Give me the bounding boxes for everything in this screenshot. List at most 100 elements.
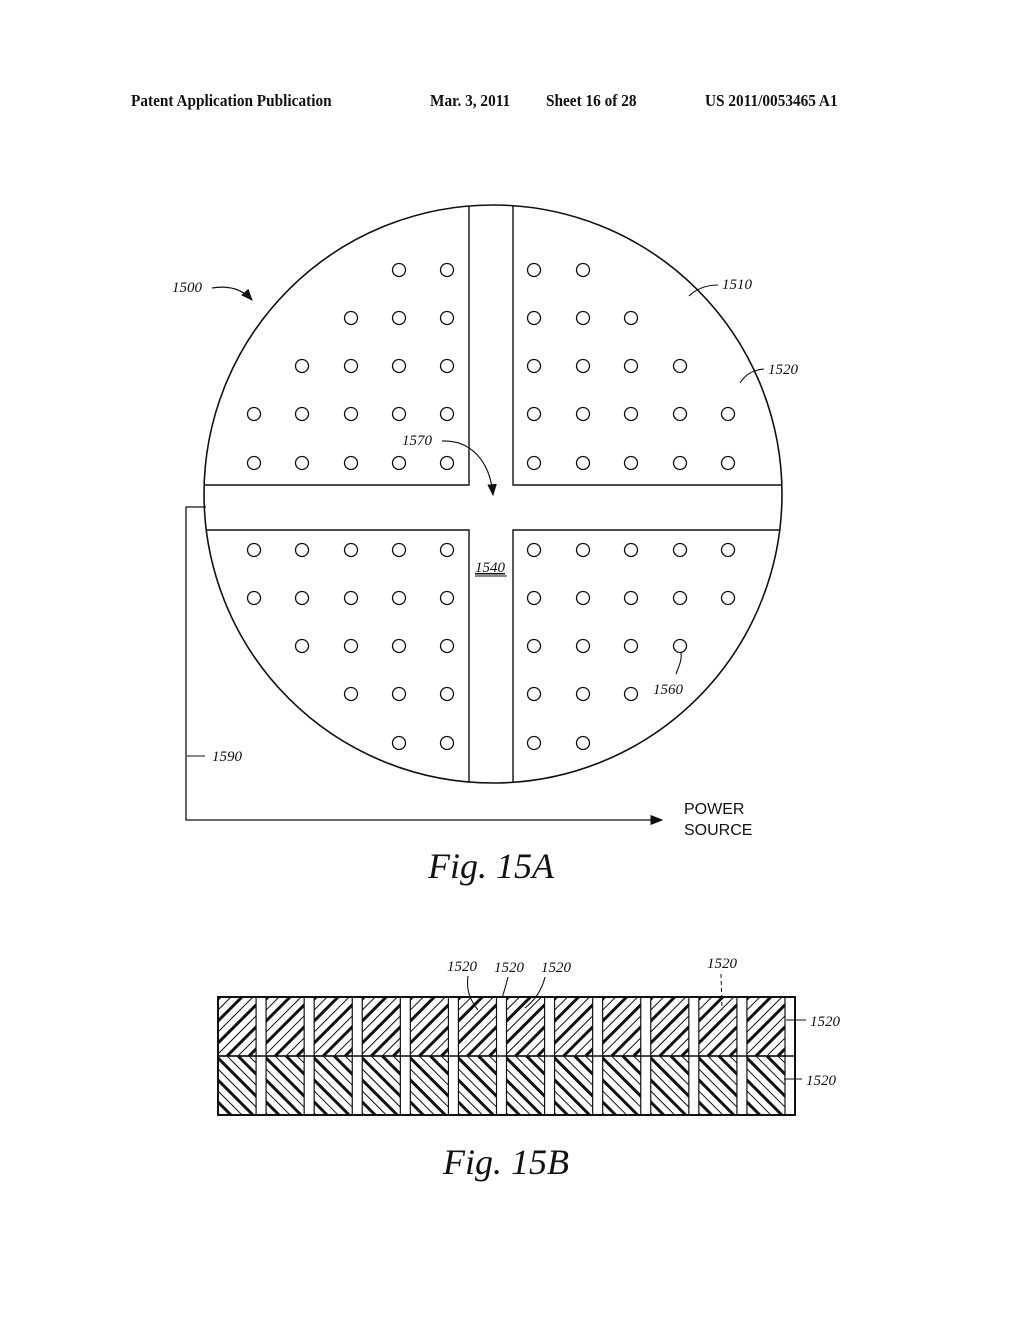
hole-1560 bbox=[439, 406, 455, 422]
hole-1560 bbox=[343, 638, 359, 654]
hole-1560 bbox=[526, 542, 542, 558]
label-1500: 1500 bbox=[172, 280, 203, 296]
hole-1560 bbox=[294, 542, 310, 558]
hole-1560 bbox=[575, 590, 591, 606]
hole-1560 bbox=[246, 455, 262, 471]
hole-1560 bbox=[526, 310, 542, 326]
hole-1560 bbox=[391, 262, 407, 278]
hole-1560 bbox=[623, 310, 639, 326]
power-source-label-2: SOURCE bbox=[684, 822, 752, 839]
hole-1560 bbox=[575, 735, 591, 751]
figure-caption-15b: Fig. 15B bbox=[442, 1142, 569, 1182]
hole-1560 bbox=[343, 358, 359, 374]
leader-15b-4 bbox=[720, 973, 723, 1011]
hole-1560 bbox=[672, 358, 688, 374]
patent-drawing: POWER SOURCE 1500 1510 1520 1570 1540 15… bbox=[172, 204, 841, 1182]
hole-1560 bbox=[294, 590, 310, 606]
power-lead-line bbox=[185, 506, 664, 826]
hole-1560 bbox=[672, 406, 688, 422]
hole-1560 bbox=[623, 686, 639, 702]
hole-1560 bbox=[623, 590, 639, 606]
hole-1560 bbox=[623, 406, 639, 422]
hole-1560 bbox=[343, 686, 359, 702]
label-15b-5: 1520 bbox=[810, 1014, 841, 1030]
hole-1560 bbox=[526, 638, 542, 654]
label-1560: 1560 bbox=[653, 682, 684, 698]
label-15b-6: 1520 bbox=[806, 1073, 837, 1089]
label-15b-3: 1520 bbox=[541, 960, 572, 976]
label-1540: 1540 bbox=[475, 560, 506, 576]
hole-1560 bbox=[439, 590, 455, 606]
hole-1560 bbox=[623, 358, 639, 374]
hole-1560 bbox=[343, 590, 359, 606]
hole-1560 bbox=[439, 638, 455, 654]
hole-1560 bbox=[720, 455, 736, 471]
hole-1560 bbox=[575, 455, 591, 471]
fig-15a: POWER SOURCE 1500 1510 1520 1570 1540 15… bbox=[172, 204, 799, 886]
leader-1560 bbox=[675, 652, 682, 675]
hole-1560 bbox=[526, 262, 542, 278]
hole-1560 bbox=[343, 455, 359, 471]
hole-1560 bbox=[526, 735, 542, 751]
label-1590: 1590 bbox=[212, 749, 243, 765]
leader-1520 bbox=[739, 368, 765, 384]
hole-1560 bbox=[575, 542, 591, 558]
hole-1560 bbox=[246, 542, 262, 558]
hole-1560 bbox=[526, 686, 542, 702]
label-15b-1: 1520 bbox=[447, 959, 478, 975]
label-1510: 1510 bbox=[722, 277, 753, 293]
hole-1560 bbox=[672, 590, 688, 606]
hole-1560 bbox=[391, 735, 407, 751]
hole-1560 bbox=[575, 358, 591, 374]
hole-1560 bbox=[720, 406, 736, 422]
hole-1560 bbox=[575, 406, 591, 422]
hole-1560 bbox=[623, 638, 639, 654]
hole-1560 bbox=[343, 542, 359, 558]
hole-1560 bbox=[623, 542, 639, 558]
hole-1560 bbox=[575, 686, 591, 702]
hole-1560 bbox=[439, 686, 455, 702]
hole-1560 bbox=[294, 358, 310, 374]
hole-1560 bbox=[720, 590, 736, 606]
hole-1560 bbox=[391, 406, 407, 422]
hole-1560 bbox=[246, 590, 262, 606]
hole-1560 bbox=[439, 735, 455, 751]
hole-1560 bbox=[294, 406, 310, 422]
hole-1560 bbox=[575, 638, 591, 654]
hole-1560 bbox=[439, 358, 455, 374]
hole-1560 bbox=[246, 406, 262, 422]
segment-bottom-right-border bbox=[512, 529, 782, 783]
hole-1560 bbox=[439, 542, 455, 558]
hole-array bbox=[246, 262, 736, 751]
segment-top-right-border bbox=[512, 205, 782, 486]
hole-1560 bbox=[672, 638, 688, 654]
hole-1560 bbox=[391, 638, 407, 654]
label-15b-2: 1520 bbox=[494, 960, 525, 976]
cell-top-1520 bbox=[218, 997, 257, 1057]
hole-1560 bbox=[526, 590, 542, 606]
hole-1560 bbox=[575, 262, 591, 278]
hole-1560 bbox=[672, 542, 688, 558]
label-1570: 1570 bbox=[402, 433, 433, 449]
hole-1560 bbox=[439, 262, 455, 278]
hole-1560 bbox=[294, 455, 310, 471]
hole-1560 bbox=[439, 455, 455, 471]
hole-1560 bbox=[391, 310, 407, 326]
leader-1500 bbox=[211, 286, 253, 301]
leader-15b-2 bbox=[501, 976, 509, 999]
hole-1560 bbox=[391, 542, 407, 558]
hole-1560 bbox=[391, 455, 407, 471]
label-15b-4: 1520 bbox=[707, 956, 738, 972]
hole-1560 bbox=[391, 590, 407, 606]
hole-1560 bbox=[575, 310, 591, 326]
hole-1560 bbox=[672, 455, 688, 471]
cell-bottom-1520 bbox=[218, 1055, 257, 1115]
hole-1560 bbox=[526, 406, 542, 422]
power-source-label-1: POWER bbox=[684, 801, 744, 818]
hole-1560 bbox=[526, 455, 542, 471]
hole-1560 bbox=[294, 638, 310, 654]
hole-1560 bbox=[720, 542, 736, 558]
hole-1560 bbox=[526, 358, 542, 374]
hole-1560 bbox=[439, 310, 455, 326]
hole-1560 bbox=[343, 310, 359, 326]
